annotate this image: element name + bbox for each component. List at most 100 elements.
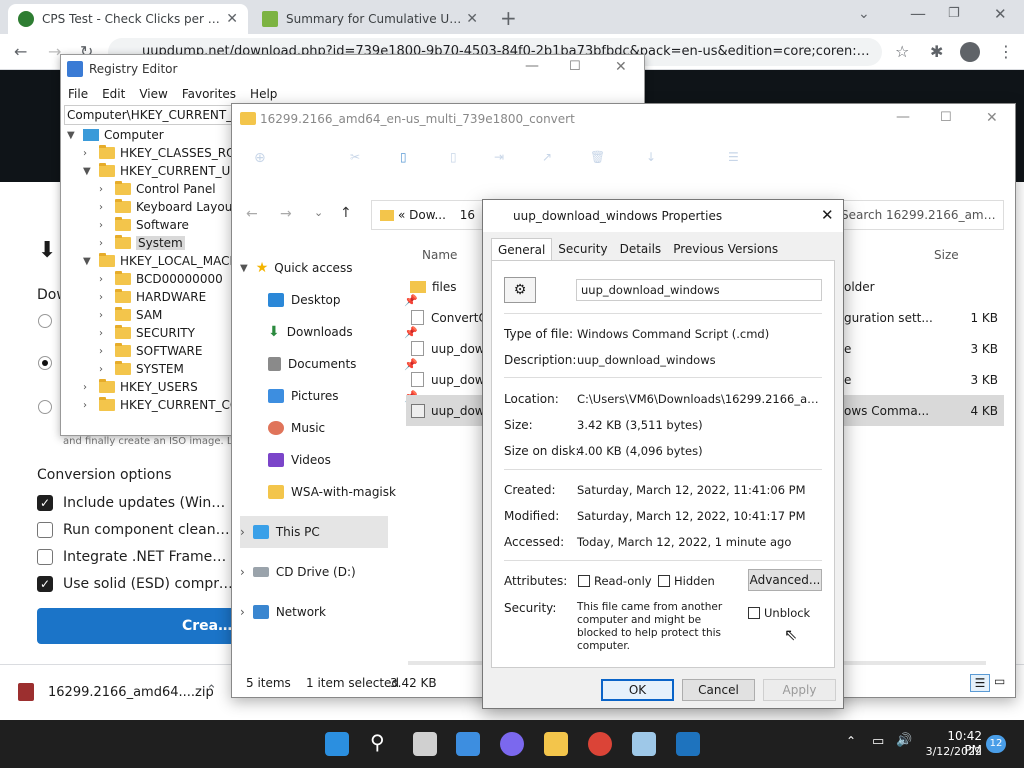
chevron-right-icon[interactable]: › (240, 605, 245, 619)
delete-icon[interactable]: 🗑 (590, 150, 605, 164)
readonly-checkbox[interactable] (578, 575, 590, 587)
tab-previous-versions[interactable]: Previous Versions (667, 238, 784, 260)
chevron-right-icon[interactable]: › (99, 292, 111, 303)
chevron-right-icon[interactable]: › (99, 364, 111, 375)
chevron-down-icon[interactable]: ▼ (240, 263, 248, 274)
chat-icon[interactable] (500, 732, 524, 756)
advanced-button[interactable]: Advanced... (748, 569, 822, 591)
chevron-right-icon[interactable]: › (99, 310, 111, 321)
notification-badge[interactable]: 12 (986, 735, 1006, 753)
chevron-right-icon[interactable]: › (240, 565, 245, 579)
paste-icon[interactable]: ▯ (450, 150, 457, 164)
bookmark-star-icon[interactable]: ☆ (895, 42, 909, 61)
menu-file[interactable]: File (61, 83, 95, 105)
recent-chevron-icon[interactable]: ⌄ (314, 206, 323, 219)
chevron-right-icon[interactable]: › (99, 238, 111, 249)
apply-button[interactable]: Apply (763, 679, 836, 701)
tree-item-hkcr[interactable]: › HKEY_CLASSES_ROOT (83, 144, 252, 162)
clock-date[interactable]: 3/12/2022 (922, 745, 982, 758)
download-filename[interactable]: 16299.2166_amd64....zip (48, 685, 214, 700)
new-plus-icon[interactable]: ⊕ (254, 150, 266, 166)
address-segment[interactable]: Dow... (409, 208, 446, 222)
new-tab-plus-icon[interactable]: + (500, 6, 517, 30)
search-icon[interactable]: ⚲ (370, 730, 385, 754)
network-status-icon[interactable]: ▭ (872, 734, 884, 749)
tree-item-hardware[interactable]: › HARDWARE (99, 288, 206, 306)
tab-search-chevron-icon[interactable]: ⌄ (858, 6, 870, 22)
chevron-right-icon[interactable]: › (83, 148, 95, 159)
menu-help[interactable]: Help (243, 83, 284, 105)
network-app-icon[interactable] (676, 732, 700, 756)
image-app-icon[interactable] (632, 732, 656, 756)
tree-item-system[interactable]: › System (99, 234, 185, 252)
file-explorer-icon[interactable] (544, 732, 568, 756)
back-arrow-icon[interactable]: ← (14, 42, 27, 61)
chrome-icon[interactable] (588, 732, 612, 756)
tree-item-sam[interactable]: › SAM (99, 306, 162, 324)
chevron-right-icon[interactable]: › (99, 328, 111, 339)
task-view-icon[interactable] (413, 732, 437, 756)
menu-favorites[interactable]: Favorites (175, 83, 243, 105)
chevron-down-icon[interactable]: ▼ (67, 130, 79, 141)
chevron-right-icon[interactable]: › (99, 274, 111, 285)
tree-item-keyboard-layout[interactable]: › Keyboard Layout (99, 198, 237, 216)
chevron-down-icon[interactable]: ▼ (83, 166, 95, 177)
tree-item-security[interactable]: › SECURITY (99, 324, 195, 342)
start-windows-icon[interactable] (325, 732, 349, 756)
netfx-checkbox[interactable] (37, 549, 53, 565)
unblock-checkbox[interactable] (748, 607, 760, 619)
nav-pictures[interactable]: Pictures📌 (268, 380, 424, 412)
chevron-right-icon[interactable]: › (99, 346, 111, 357)
sort-icon[interactable]: ↓ (646, 150, 656, 164)
cancel-button[interactable]: Cancel (682, 679, 755, 701)
nav-cd-drive[interactable]: › CD Drive (D:) (240, 556, 396, 588)
explorer-search-input[interactable]: Search 16299.2166_amd64_e... (828, 200, 1004, 230)
tree-item-hkcu[interactable]: ▼ HKEY_CURRENT_USER (83, 162, 254, 180)
minimize-icon[interactable]: — (910, 4, 926, 23)
back-arrow-icon[interactable]: ← (246, 206, 258, 222)
chevron-up-icon[interactable]: ⌃ (206, 683, 217, 698)
details-view-icon[interactable]: ☰ (970, 674, 990, 692)
minimize-icon[interactable]: — (525, 58, 539, 74)
restore-icon[interactable]: ❐ (948, 6, 960, 21)
chevron-right-icon[interactable]: › (240, 525, 245, 539)
tree-item-hkcc[interactable]: › HKEY_CURRENT_CON (83, 396, 248, 414)
nav-music[interactable]: Music (268, 412, 424, 444)
column-header-name[interactable]: Name (422, 248, 457, 262)
rename-icon[interactable]: ⇥ (494, 150, 504, 164)
address-segment-tail[interactable]: 16 (460, 208, 475, 222)
nav-quick-access[interactable]: ▼ ★ Quick access (240, 252, 396, 284)
tab-general[interactable]: General (491, 238, 553, 260)
large-icons-view-icon[interactable]: ▭ (994, 674, 1005, 688)
chevron-down-icon[interactable]: ▼ (83, 256, 95, 267)
chevron-up-icon[interactable]: ⌃ (846, 734, 856, 748)
extensions-puzzle-icon[interactable]: ✱ (930, 42, 943, 61)
tree-item-hku[interactable]: › HKEY_USERS (83, 378, 198, 396)
hidden-checkbox[interactable] (658, 575, 670, 587)
cut-icon[interactable]: ✂ (350, 150, 360, 164)
nav-videos[interactable]: Videos (268, 444, 424, 476)
explorer-address-bar[interactable]: « Dow... 16 (371, 200, 486, 230)
chevron-right-icon[interactable]: › (83, 400, 95, 411)
maximize-icon[interactable]: ☐ (569, 59, 581, 74)
close-tab-icon[interactable]: ✕ (226, 11, 238, 27)
component-cleanup-checkbox[interactable] (37, 522, 53, 538)
profile-avatar[interactable] (960, 42, 980, 62)
widgets-icon[interactable] (456, 732, 480, 756)
nav-this-pc[interactable]: › This PC (240, 516, 388, 548)
tab-summary-update[interactable]: Summary for Cumulative Update ✕ (252, 4, 488, 34)
close-icon[interactable]: ✕ (986, 110, 998, 126)
nav-desktop[interactable]: Desktop 📌 (268, 284, 424, 316)
up-arrow-icon[interactable]: ↑ (340, 205, 352, 221)
tab-details[interactable]: Details (614, 238, 668, 260)
chevron-right-icon[interactable]: › (99, 220, 111, 231)
nav-documents[interactable]: Documents 📌 (268, 348, 424, 380)
nav-network[interactable]: › Network (240, 596, 396, 628)
close-window-icon[interactable]: ✕ (994, 5, 1007, 23)
tree-item-software[interactable]: › Software (99, 216, 189, 234)
tree-item-system-hklm[interactable]: › SYSTEM (99, 360, 184, 378)
close-icon[interactable]: ✕ (615, 59, 627, 75)
share-icon[interactable]: ↗ (542, 150, 552, 164)
forward-arrow-icon[interactable]: → (280, 206, 292, 222)
nav-downloads[interactable]: ⬇ Downloads 📌 (268, 316, 424, 348)
